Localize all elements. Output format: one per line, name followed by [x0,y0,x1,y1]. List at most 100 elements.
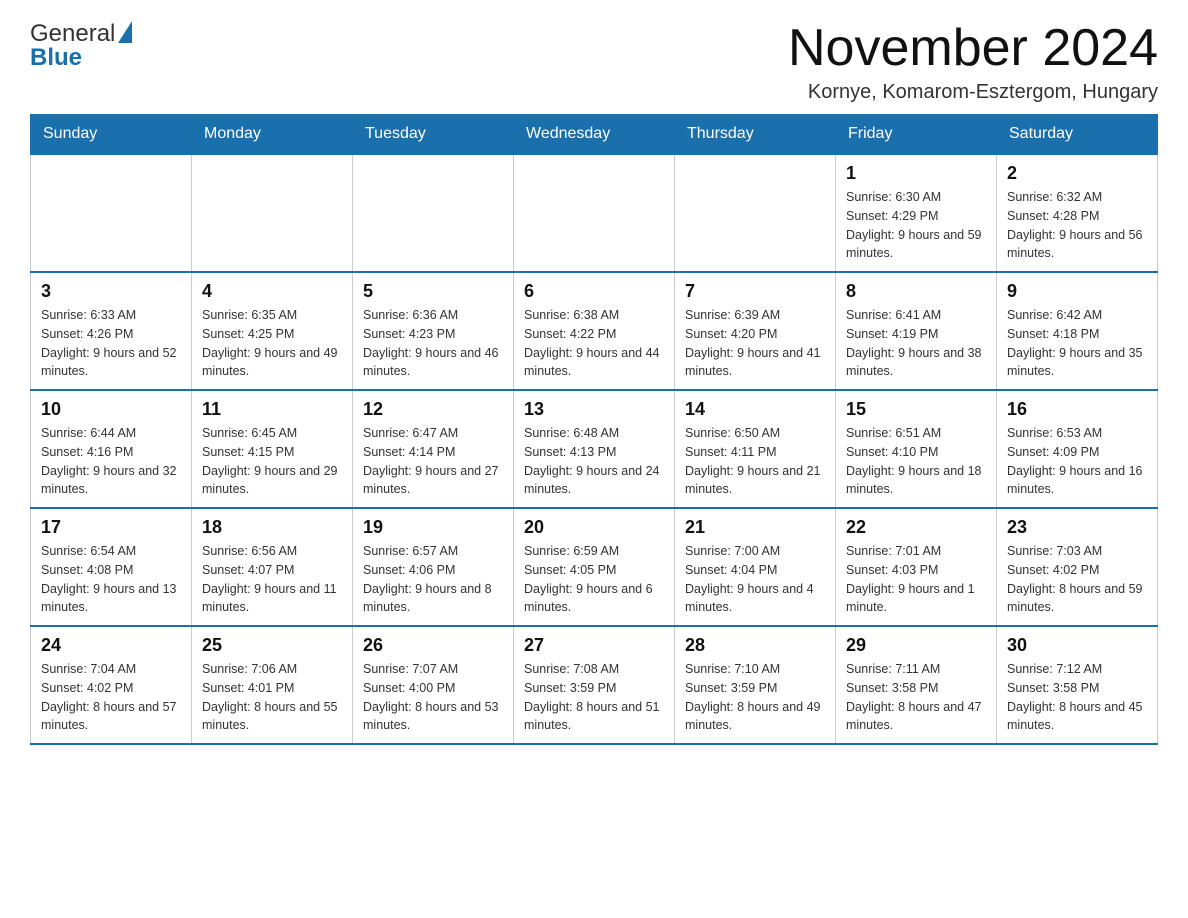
logo-text2: Blue [30,44,82,72]
calendar-cell [514,154,675,272]
day-info: Sunrise: 6:56 AM Sunset: 4:07 PM Dayligh… [202,542,342,617]
calendar-cell: 20 Sunrise: 6:59 AM Sunset: 4:05 PM Dayli… [514,508,675,626]
day-number: 10 [41,399,181,420]
calendar-cell: 9 Sunrise: 6:42 AM Sunset: 4:18 PM Daylig… [997,272,1158,390]
day-info: Sunrise: 7:07 AM Sunset: 4:00 PM Dayligh… [363,660,503,735]
day-info: Sunrise: 6:44 AM Sunset: 4:16 PM Dayligh… [41,424,181,499]
day-number: 25 [202,635,342,656]
day-info: Sunrise: 6:32 AM Sunset: 4:28 PM Dayligh… [1007,188,1147,263]
calendar-cell: 18 Sunrise: 6:56 AM Sunset: 4:07 PM Dayli… [192,508,353,626]
calendar-cell: 25 Sunrise: 7:06 AM Sunset: 4:01 PM Dayli… [192,626,353,744]
day-number: 5 [363,281,503,302]
header-saturday: Saturday [997,115,1158,155]
week-row-4: 17 Sunrise: 6:54 AM Sunset: 4:08 PM Dayli… [31,508,1158,626]
header-thursday: Thursday [675,115,836,155]
day-number: 12 [363,399,503,420]
calendar-cell [31,154,192,272]
calendar-cell: 19Sunrise: 6:57 AM Sunset: 4:06 PM Dayli… [353,508,514,626]
day-number: 17 [41,517,181,538]
calendar-cell: 8 Sunrise: 6:41 AM Sunset: 4:19 PM Daylig… [836,272,997,390]
day-info: Sunrise: 7:08 AM Sunset: 3:59 PM Dayligh… [524,660,664,735]
day-number: 27 [524,635,664,656]
day-info: Sunrise: 6:38 AM Sunset: 4:22 PM Dayligh… [524,306,664,381]
day-info: Sunrise: 7:10 AM Sunset: 3:59 PM Dayligh… [685,660,825,735]
day-info: Sunrise: 6:41 AM Sunset: 4:19 PM Dayligh… [846,306,986,381]
day-number: 8 [846,281,986,302]
calendar-cell: 12 Sunrise: 6:47 AM Sunset: 4:14 PM Dayli… [353,390,514,508]
day-number: 22 [846,517,986,538]
day-info: Sunrise: 6:59 AM Sunset: 4:05 PM Dayligh… [524,542,664,617]
calendar-cell: 13Sunrise: 6:48 AM Sunset: 4:13 PM Dayli… [514,390,675,508]
day-number: 26 [363,635,503,656]
day-number: 28 [685,635,825,656]
day-number: 9 [1007,281,1147,302]
day-number: 24 [41,635,181,656]
day-number: 1 [846,163,986,184]
weekday-header-row: Sunday Monday Tuesday Wednesday Thursday… [31,115,1158,155]
title-area: November 2024 Kornye, Komarom-Esztergom,… [788,20,1158,104]
day-number: 20 [524,517,664,538]
header-sunday: Sunday [31,115,192,155]
calendar-cell: 28 Sunrise: 7:10 AM Sunset: 3:59 PM Dayli… [675,626,836,744]
calendar-cell: 1 Sunrise: 6:30 AM Sunset: 4:29 PM Daylig… [836,154,997,272]
day-info: Sunrise: 6:45 AM Sunset: 4:15 PM Dayligh… [202,424,342,499]
header-monday: Monday [192,115,353,155]
day-info: Sunrise: 7:01 AM Sunset: 4:03 PM Dayligh… [846,542,986,617]
calendar-cell [675,154,836,272]
day-info: Sunrise: 6:51 AM Sunset: 4:10 PM Dayligh… [846,424,986,499]
day-number: 16 [1007,399,1147,420]
day-info: Sunrise: 6:42 AM Sunset: 4:18 PM Dayligh… [1007,306,1147,381]
week-row-2: 3 Sunrise: 6:33 AM Sunset: 4:26 PM Daylig… [31,272,1158,390]
calendar-cell: 21Sunrise: 7:00 AM Sunset: 4:04 PM Dayli… [675,508,836,626]
day-number: 18 [202,517,342,538]
calendar-cell: 3 Sunrise: 6:33 AM Sunset: 4:26 PM Daylig… [31,272,192,390]
day-info: Sunrise: 6:54 AM Sunset: 4:08 PM Dayligh… [41,542,181,617]
calendar-cell: 24Sunrise: 7:04 AM Sunset: 4:02 PM Dayli… [31,626,192,744]
logo-triangle-icon [115,20,132,47]
day-info: Sunrise: 7:06 AM Sunset: 4:01 PM Dayligh… [202,660,342,735]
header-friday: Friday [836,115,997,155]
calendar-cell: 30Sunrise: 7:12 AM Sunset: 3:58 PM Dayli… [997,626,1158,744]
day-number: 7 [685,281,825,302]
week-row-5: 24Sunrise: 7:04 AM Sunset: 4:02 PM Dayli… [31,626,1158,744]
calendar-cell: 27 Sunrise: 7:08 AM Sunset: 3:59 PM Dayli… [514,626,675,744]
week-row-3: 10 Sunrise: 6:44 AM Sunset: 4:16 PM Dayli… [31,390,1158,508]
week-row-1: 1 Sunrise: 6:30 AM Sunset: 4:29 PM Daylig… [31,154,1158,272]
calendar-cell: 23 Sunrise: 7:03 AM Sunset: 4:02 PM Dayli… [997,508,1158,626]
header: General Blue November 2024 Kornye, Komar… [30,20,1158,104]
day-info: Sunrise: 6:33 AM Sunset: 4:26 PM Dayligh… [41,306,181,381]
calendar-cell: 17 Sunrise: 6:54 AM Sunset: 4:08 PM Dayli… [31,508,192,626]
month-title: November 2024 [788,20,1158,77]
calendar-cell: 15 Sunrise: 6:51 AM Sunset: 4:10 PM Dayli… [836,390,997,508]
day-number: 23 [1007,517,1147,538]
calendar-cell: 7 Sunrise: 6:39 AM Sunset: 4:20 PM Daylig… [675,272,836,390]
day-number: 11 [202,399,342,420]
calendar-cell: 11 Sunrise: 6:45 AM Sunset: 4:15 PM Dayli… [192,390,353,508]
day-number: 4 [202,281,342,302]
header-tuesday: Tuesday [353,115,514,155]
day-number: 15 [846,399,986,420]
day-number: 2 [1007,163,1147,184]
day-number: 14 [685,399,825,420]
subtitle: Kornye, Komarom-Esztergom, Hungary [788,81,1158,104]
day-info: Sunrise: 6:48 AM Sunset: 4:13 PM Dayligh… [524,424,664,499]
calendar-table: Sunday Monday Tuesday Wednesday Thursday… [30,114,1158,745]
header-wednesday: Wednesday [514,115,675,155]
day-info: Sunrise: 6:35 AM Sunset: 4:25 PM Dayligh… [202,306,342,381]
calendar-cell: 10 Sunrise: 6:44 AM Sunset: 4:16 PM Dayli… [31,390,192,508]
logo: General Blue [30,20,132,72]
calendar-cell [192,154,353,272]
calendar-cell: 26 Sunrise: 7:07 AM Sunset: 4:00 PM Dayli… [353,626,514,744]
day-number: 29 [846,635,986,656]
calendar-cell: 4 Sunrise: 6:35 AM Sunset: 4:25 PM Daylig… [192,272,353,390]
day-info: Sunrise: 6:53 AM Sunset: 4:09 PM Dayligh… [1007,424,1147,499]
calendar-cell [353,154,514,272]
day-number: 21 [685,517,825,538]
day-info: Sunrise: 6:30 AM Sunset: 4:29 PM Dayligh… [846,188,986,263]
day-info: Sunrise: 6:39 AM Sunset: 4:20 PM Dayligh… [685,306,825,381]
day-info: Sunrise: 7:11 AM Sunset: 3:58 PM Dayligh… [846,660,986,735]
day-info: Sunrise: 7:03 AM Sunset: 4:02 PM Dayligh… [1007,542,1147,617]
day-number: 3 [41,281,181,302]
calendar-cell: 14Sunrise: 6:50 AM Sunset: 4:11 PM Dayli… [675,390,836,508]
day-info: Sunrise: 6:47 AM Sunset: 4:14 PM Dayligh… [363,424,503,499]
